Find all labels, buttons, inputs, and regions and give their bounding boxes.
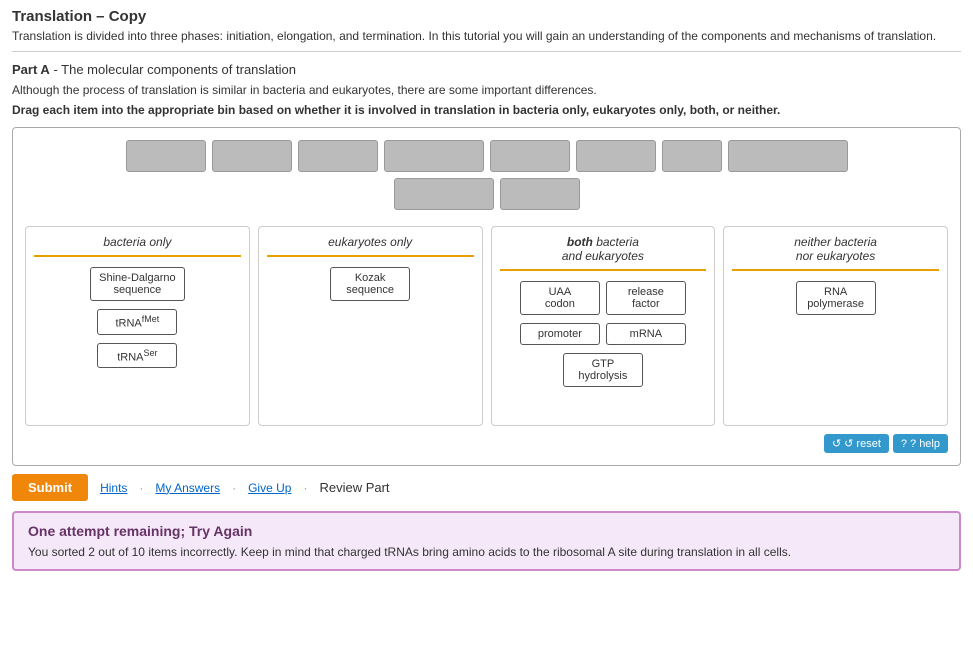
part-label: Part A — [12, 62, 50, 77]
bin-neither-items: RNApolymerase — [732, 281, 939, 315]
give-up-button[interactable]: Give Up — [248, 481, 291, 495]
bins-area: bacteria only Shine-Dalgarnosequence tRN… — [25, 226, 948, 426]
feedback-title: One attempt remaining; Try Again — [28, 523, 945, 539]
drag-item[interactable] — [500, 178, 580, 210]
separator2: · — [232, 481, 236, 495]
description: Although the process of translation is s… — [12, 83, 961, 97]
bin-eukaryotes-only: eukaryotes only Kozaksequence — [258, 226, 483, 426]
drag-item[interactable] — [384, 140, 484, 172]
bin-both-header: both bacteriaand eukaryotes — [500, 235, 707, 271]
kozak-sequence-item[interactable]: Kozaksequence — [330, 267, 410, 301]
release-factor-item[interactable]: releasefactor — [606, 281, 686, 315]
review-part-label: Review Part — [319, 480, 389, 495]
hints-button[interactable]: Hints — [100, 481, 127, 495]
submit-button[interactable]: Submit — [12, 474, 88, 501]
reset-icon: ↺ — [832, 437, 841, 450]
gtp-hydrolysis-item[interactable]: GTPhydrolysis — [563, 353, 643, 387]
shine-dalgarno-item[interactable]: Shine-Dalgarnosequence — [90, 267, 184, 301]
bin-bacteria-items: Shine-Dalgarnosequence tRNAfMet tRNASer — [34, 267, 241, 368]
bin-both-items: UAAcodon releasefactor promoter mRNA GTP… — [500, 281, 707, 387]
separator3: · — [303, 481, 307, 495]
page-subtitle: Translation is divided into three phases… — [12, 29, 961, 52]
separator: · — [139, 481, 143, 495]
drag-item[interactable] — [126, 140, 206, 172]
bin-neither: neither bacterianor eukaryotes RNApolyme… — [723, 226, 948, 426]
bin-neither-label: neither — [794, 235, 831, 249]
help-icon: ? — [901, 438, 907, 450]
mrna-item[interactable]: mRNA — [606, 323, 686, 345]
feedback-box: One attempt remaining; Try Again You sor… — [12, 511, 961, 571]
drag-item[interactable] — [212, 140, 292, 172]
promoter-item[interactable]: promoter — [520, 323, 600, 345]
bin-bacteria-label: only — [149, 235, 171, 249]
bin-eukaryotes-label: only — [390, 235, 412, 249]
my-answers-button[interactable]: My Answers — [155, 481, 220, 495]
help-label: ? help — [910, 438, 940, 450]
drag-item[interactable] — [662, 140, 722, 172]
bin-bacteria-only: bacteria only Shine-Dalgarnosequence tRN… — [25, 226, 250, 426]
drag-items-area — [25, 140, 948, 210]
bottom-controls: Submit Hints · My Answers · Give Up · Re… — [12, 474, 961, 501]
feedback-text: You sorted 2 out of 10 items incorrectly… — [28, 545, 945, 559]
bin-both: both bacteriaand eukaryotes UAAcodon rel… — [491, 226, 716, 426]
drag-item[interactable] — [576, 140, 656, 172]
bin-eukaryotes-header: eukaryotes only — [267, 235, 474, 257]
uaa-codon-item[interactable]: UAAcodon — [520, 281, 600, 315]
bin-eukaryotes-items: Kozaksequence — [267, 267, 474, 301]
trna-fmet-item[interactable]: tRNAfMet — [97, 309, 177, 335]
trna-ser-item[interactable]: tRNASer — [97, 343, 177, 369]
instruction: Drag each item into the appropriate bin … — [12, 103, 961, 117]
drag-item[interactable] — [394, 178, 494, 210]
part-desc: - The molecular components of translatio… — [53, 62, 296, 77]
reset-button[interactable]: ↺ ↺ reset — [824, 434, 889, 453]
bin-neither-header: neither bacterianor eukaryotes — [732, 235, 939, 271]
drag-item[interactable] — [490, 140, 570, 172]
help-button[interactable]: ? ? help — [893, 434, 948, 453]
rna-polymerase-item[interactable]: RNApolymerase — [796, 281, 876, 315]
main-activity-box: bacteria only Shine-Dalgarnosequence tRN… — [12, 127, 961, 466]
bin-bacteria-header: bacteria only — [34, 235, 241, 257]
drag-item[interactable] — [298, 140, 378, 172]
drag-item[interactable] — [728, 140, 848, 172]
bin-both-label: both — [567, 235, 593, 249]
controls-row: ↺ ↺ reset ? ? help — [25, 434, 948, 453]
page-title: Translation – Copy — [12, 8, 961, 25]
reset-label: ↺ reset — [844, 437, 881, 450]
